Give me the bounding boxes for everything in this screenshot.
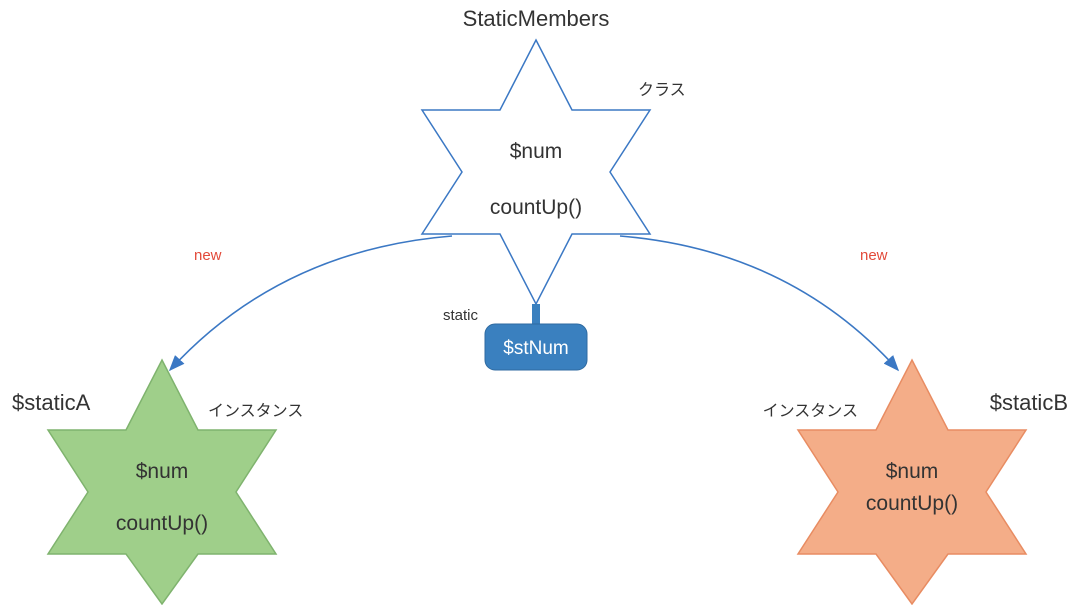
instance-left-label: インスタンス <box>208 402 303 420</box>
class-property: $num <box>510 140 563 163</box>
instance-right-property: $num <box>886 460 939 483</box>
instance-right-name: $staticB <box>990 390 1068 415</box>
instance-left-method: countUp() <box>116 512 208 535</box>
instance-right-method: countUp() <box>866 492 958 515</box>
arrow-left-label: new <box>194 247 222 264</box>
class-method: countUp() <box>490 196 582 219</box>
instance-right-label: インスタンス <box>763 402 858 420</box>
instance-left-name: $staticA <box>12 390 91 415</box>
arrow-right-label: new <box>860 247 888 264</box>
static-value: $stNum <box>503 338 568 359</box>
static-label: static <box>443 307 479 324</box>
class-title: StaticMembers <box>463 6 610 31</box>
diagram-canvas: StaticMembers クラス $num countUp() static … <box>0 0 1076 605</box>
instance-left-property: $num <box>136 460 189 483</box>
class-star <box>422 40 650 304</box>
class-label: クラス <box>638 81 686 99</box>
arrow-right <box>620 236 898 370</box>
